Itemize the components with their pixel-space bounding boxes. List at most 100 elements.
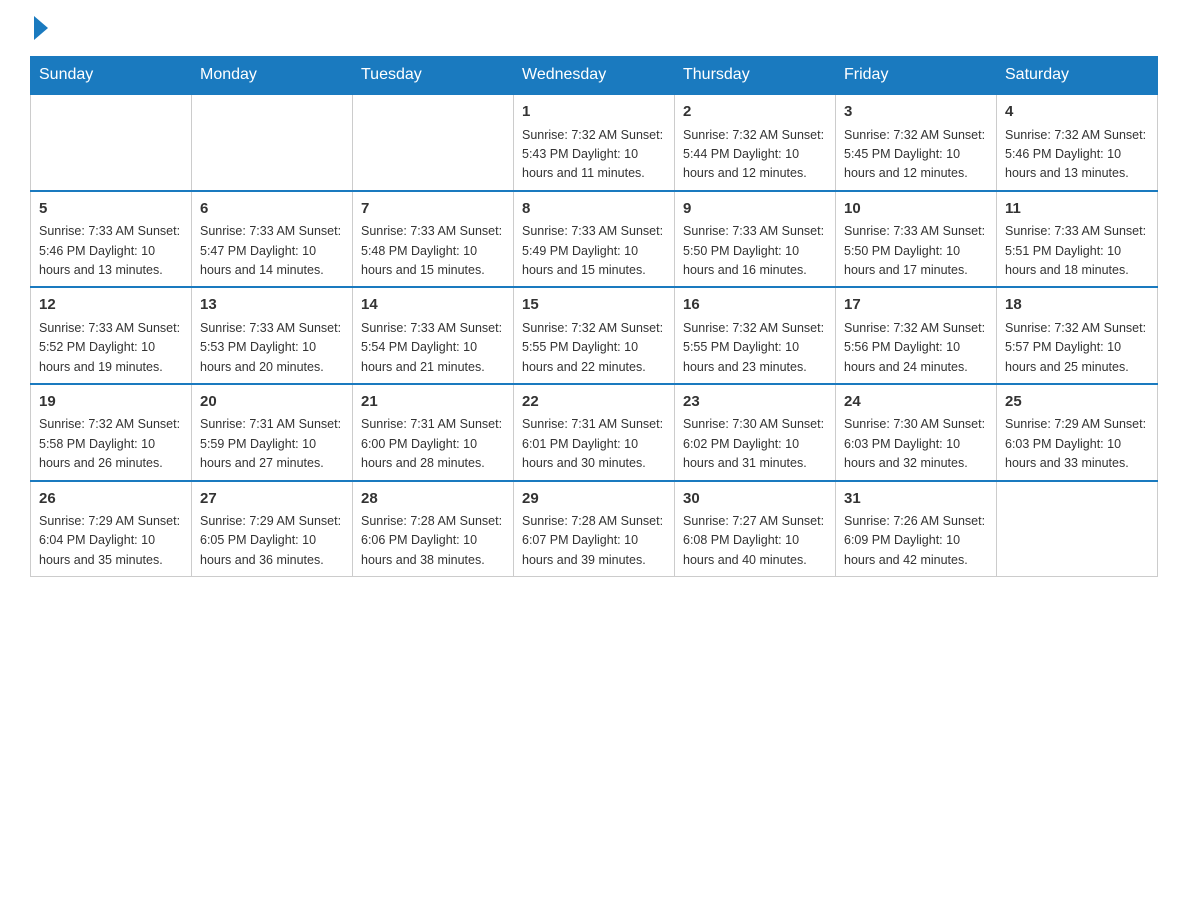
day-info: Sunrise: 7:29 AM Sunset: 6:03 PM Dayligh… — [1005, 415, 1149, 473]
day-info: Sunrise: 7:32 AM Sunset: 5:56 PM Dayligh… — [844, 319, 988, 377]
day-info: Sunrise: 7:32 AM Sunset: 5:46 PM Dayligh… — [1005, 126, 1149, 184]
day-number: 18 — [1005, 294, 1149, 317]
logo — [30, 20, 48, 36]
calendar-cell: 9Sunrise: 7:33 AM Sunset: 5:50 PM Daylig… — [675, 191, 836, 288]
day-number: 5 — [39, 198, 183, 221]
day-info: Sunrise: 7:32 AM Sunset: 5:43 PM Dayligh… — [522, 126, 666, 184]
column-header-monday: Monday — [192, 56, 353, 95]
calendar-week-row: 5Sunrise: 7:33 AM Sunset: 5:46 PM Daylig… — [31, 191, 1158, 288]
calendar-cell: 23Sunrise: 7:30 AM Sunset: 6:02 PM Dayli… — [675, 384, 836, 481]
day-number: 7 — [361, 198, 505, 221]
day-info: Sunrise: 7:32 AM Sunset: 5:55 PM Dayligh… — [522, 319, 666, 377]
calendar-cell — [31, 95, 192, 191]
day-number: 31 — [844, 488, 988, 511]
day-number: 27 — [200, 488, 344, 511]
day-number: 28 — [361, 488, 505, 511]
calendar-cell: 16Sunrise: 7:32 AM Sunset: 5:55 PM Dayli… — [675, 287, 836, 384]
day-info: Sunrise: 7:30 AM Sunset: 6:03 PM Dayligh… — [844, 415, 988, 473]
day-info: Sunrise: 7:32 AM Sunset: 5:55 PM Dayligh… — [683, 319, 827, 377]
calendar-cell — [353, 95, 514, 191]
column-header-sunday: Sunday — [31, 56, 192, 95]
column-header-friday: Friday — [836, 56, 997, 95]
calendar-cell: 7Sunrise: 7:33 AM Sunset: 5:48 PM Daylig… — [353, 191, 514, 288]
calendar-week-row: 12Sunrise: 7:33 AM Sunset: 5:52 PM Dayli… — [31, 287, 1158, 384]
day-number: 14 — [361, 294, 505, 317]
day-number: 3 — [844, 101, 988, 124]
day-number: 6 — [200, 198, 344, 221]
day-info: Sunrise: 7:26 AM Sunset: 6:09 PM Dayligh… — [844, 512, 988, 570]
calendar-cell: 31Sunrise: 7:26 AM Sunset: 6:09 PM Dayli… — [836, 481, 997, 577]
calendar-cell: 1Sunrise: 7:32 AM Sunset: 5:43 PM Daylig… — [514, 95, 675, 191]
day-info: Sunrise: 7:29 AM Sunset: 6:04 PM Dayligh… — [39, 512, 183, 570]
day-info: Sunrise: 7:28 AM Sunset: 6:07 PM Dayligh… — [522, 512, 666, 570]
calendar-cell: 29Sunrise: 7:28 AM Sunset: 6:07 PM Dayli… — [514, 481, 675, 577]
day-info: Sunrise: 7:32 AM Sunset: 5:57 PM Dayligh… — [1005, 319, 1149, 377]
calendar-cell: 13Sunrise: 7:33 AM Sunset: 5:53 PM Dayli… — [192, 287, 353, 384]
day-number: 9 — [683, 198, 827, 221]
day-number: 11 — [1005, 198, 1149, 221]
day-number: 19 — [39, 391, 183, 414]
day-info: Sunrise: 7:30 AM Sunset: 6:02 PM Dayligh… — [683, 415, 827, 473]
day-number: 25 — [1005, 391, 1149, 414]
day-info: Sunrise: 7:33 AM Sunset: 5:49 PM Dayligh… — [522, 222, 666, 280]
day-info: Sunrise: 7:28 AM Sunset: 6:06 PM Dayligh… — [361, 512, 505, 570]
calendar-cell: 8Sunrise: 7:33 AM Sunset: 5:49 PM Daylig… — [514, 191, 675, 288]
day-info: Sunrise: 7:33 AM Sunset: 5:54 PM Dayligh… — [361, 319, 505, 377]
calendar-cell: 10Sunrise: 7:33 AM Sunset: 5:50 PM Dayli… — [836, 191, 997, 288]
column-header-thursday: Thursday — [675, 56, 836, 95]
day-number: 21 — [361, 391, 505, 414]
day-info: Sunrise: 7:33 AM Sunset: 5:52 PM Dayligh… — [39, 319, 183, 377]
day-info: Sunrise: 7:27 AM Sunset: 6:08 PM Dayligh… — [683, 512, 827, 570]
day-info: Sunrise: 7:32 AM Sunset: 5:45 PM Dayligh… — [844, 126, 988, 184]
calendar-cell: 18Sunrise: 7:32 AM Sunset: 5:57 PM Dayli… — [997, 287, 1158, 384]
calendar-cell: 19Sunrise: 7:32 AM Sunset: 5:58 PM Dayli… — [31, 384, 192, 481]
day-number: 22 — [522, 391, 666, 414]
day-number: 20 — [200, 391, 344, 414]
calendar-cell: 12Sunrise: 7:33 AM Sunset: 5:52 PM Dayli… — [31, 287, 192, 384]
day-number: 15 — [522, 294, 666, 317]
day-number: 30 — [683, 488, 827, 511]
calendar-cell: 28Sunrise: 7:28 AM Sunset: 6:06 PM Dayli… — [353, 481, 514, 577]
day-number: 12 — [39, 294, 183, 317]
day-info: Sunrise: 7:33 AM Sunset: 5:50 PM Dayligh… — [844, 222, 988, 280]
day-info: Sunrise: 7:31 AM Sunset: 6:01 PM Dayligh… — [522, 415, 666, 473]
day-number: 26 — [39, 488, 183, 511]
day-info: Sunrise: 7:33 AM Sunset: 5:46 PM Dayligh… — [39, 222, 183, 280]
day-number: 13 — [200, 294, 344, 317]
column-header-wednesday: Wednesday — [514, 56, 675, 95]
column-header-saturday: Saturday — [997, 56, 1158, 95]
day-info: Sunrise: 7:33 AM Sunset: 5:53 PM Dayligh… — [200, 319, 344, 377]
day-info: Sunrise: 7:31 AM Sunset: 6:00 PM Dayligh… — [361, 415, 505, 473]
calendar-cell: 27Sunrise: 7:29 AM Sunset: 6:05 PM Dayli… — [192, 481, 353, 577]
day-info: Sunrise: 7:33 AM Sunset: 5:50 PM Dayligh… — [683, 222, 827, 280]
day-info: Sunrise: 7:33 AM Sunset: 5:51 PM Dayligh… — [1005, 222, 1149, 280]
day-number: 17 — [844, 294, 988, 317]
day-info: Sunrise: 7:33 AM Sunset: 5:48 PM Dayligh… — [361, 222, 505, 280]
calendar-cell: 14Sunrise: 7:33 AM Sunset: 5:54 PM Dayli… — [353, 287, 514, 384]
calendar-cell — [997, 481, 1158, 577]
page-header — [30, 20, 1158, 36]
day-number: 16 — [683, 294, 827, 317]
calendar-cell: 6Sunrise: 7:33 AM Sunset: 5:47 PM Daylig… — [192, 191, 353, 288]
day-number: 1 — [522, 101, 666, 124]
day-number: 4 — [1005, 101, 1149, 124]
calendar-cell: 20Sunrise: 7:31 AM Sunset: 5:59 PM Dayli… — [192, 384, 353, 481]
calendar-table: SundayMondayTuesdayWednesdayThursdayFrid… — [30, 56, 1158, 577]
calendar-cell: 5Sunrise: 7:33 AM Sunset: 5:46 PM Daylig… — [31, 191, 192, 288]
day-info: Sunrise: 7:29 AM Sunset: 6:05 PM Dayligh… — [200, 512, 344, 570]
calendar-cell: 11Sunrise: 7:33 AM Sunset: 5:51 PM Dayli… — [997, 191, 1158, 288]
day-number: 2 — [683, 101, 827, 124]
calendar-week-row: 26Sunrise: 7:29 AM Sunset: 6:04 PM Dayli… — [31, 481, 1158, 577]
calendar-cell: 15Sunrise: 7:32 AM Sunset: 5:55 PM Dayli… — [514, 287, 675, 384]
calendar-cell: 21Sunrise: 7:31 AM Sunset: 6:00 PM Dayli… — [353, 384, 514, 481]
calendar-cell: 2Sunrise: 7:32 AM Sunset: 5:44 PM Daylig… — [675, 95, 836, 191]
calendar-week-row: 19Sunrise: 7:32 AM Sunset: 5:58 PM Dayli… — [31, 384, 1158, 481]
column-header-tuesday: Tuesday — [353, 56, 514, 95]
calendar-cell: 17Sunrise: 7:32 AM Sunset: 5:56 PM Dayli… — [836, 287, 997, 384]
calendar-cell: 30Sunrise: 7:27 AM Sunset: 6:08 PM Dayli… — [675, 481, 836, 577]
calendar-cell: 25Sunrise: 7:29 AM Sunset: 6:03 PM Dayli… — [997, 384, 1158, 481]
day-info: Sunrise: 7:31 AM Sunset: 5:59 PM Dayligh… — [200, 415, 344, 473]
calendar-cell: 22Sunrise: 7:31 AM Sunset: 6:01 PM Dayli… — [514, 384, 675, 481]
day-number: 23 — [683, 391, 827, 414]
calendar-cell — [192, 95, 353, 191]
